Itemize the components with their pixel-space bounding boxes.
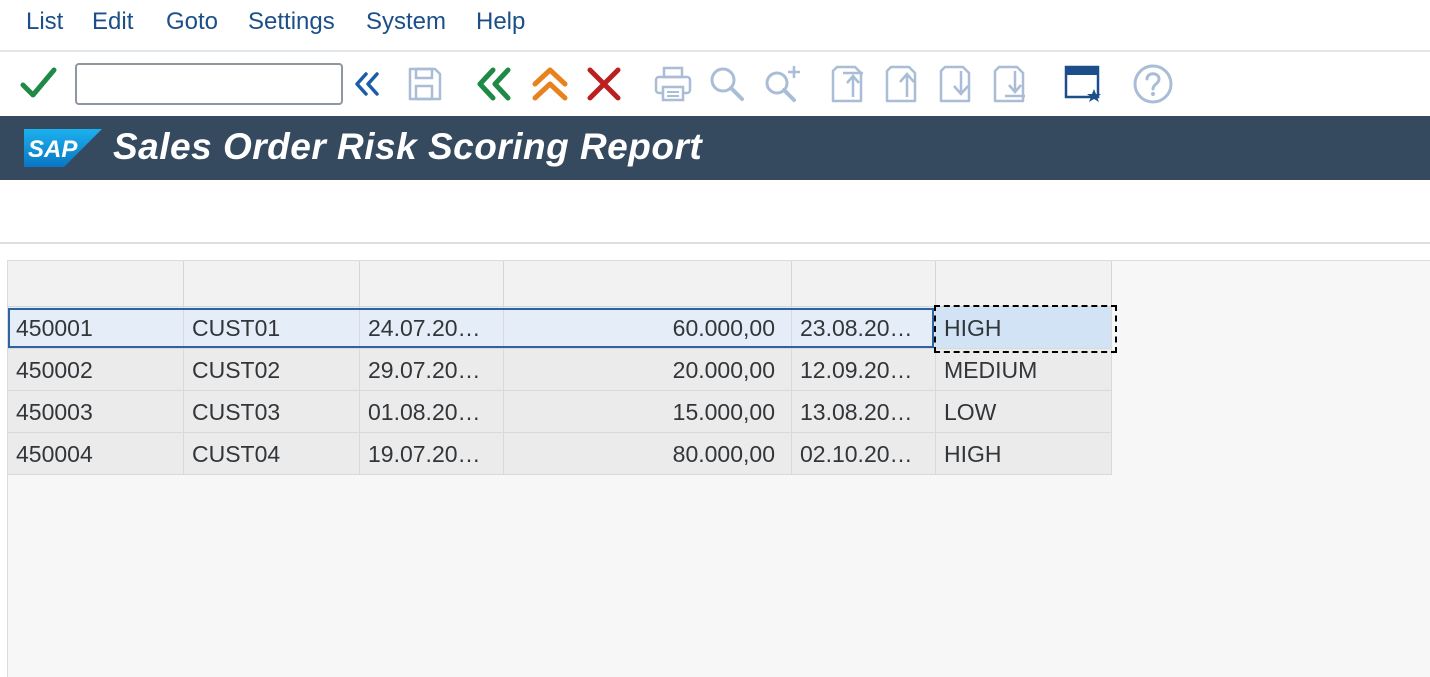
order-date-cell[interactable]: 24.07.20… [360, 307, 504, 349]
order-date-cell[interactable]: 29.07.20… [360, 349, 504, 391]
order-number-cell[interactable]: 450004 [8, 433, 184, 475]
menu-goto[interactable]: Goto [166, 8, 218, 36]
find-icon[interactable] [706, 62, 748, 106]
title-bar: SAP Sales Order Risk Scoring Report [0, 116, 1430, 180]
order-number-cell[interactable]: 450001 [8, 307, 184, 349]
menu-edit[interactable]: Edit [92, 8, 133, 36]
order-number-cell[interactable]: 450003 [8, 391, 184, 433]
menu-help[interactable]: Help [476, 8, 525, 36]
risk-level-cell[interactable]: HIGH [936, 433, 1112, 475]
order-number-cell[interactable]: 450002 [8, 349, 184, 391]
table-row[interactable]: 450004 CUST04 19.07.20… 80.000,00 02.10.… [8, 433, 1112, 475]
customer-cell[interactable]: CUST03 [184, 391, 360, 433]
amount-cell[interactable]: 15.000,00 [504, 391, 792, 433]
table-row[interactable]: 450003 CUST03 01.08.20… 15.000,00 13.08.… [8, 391, 1112, 433]
order-date-cell[interactable]: 19.07.20… [360, 433, 504, 475]
svg-text:SAP: SAP [28, 136, 78, 163]
table-row[interactable]: 450002 CUST02 29.07.20… 20.000,00 12.09.… [8, 349, 1112, 391]
command-field[interactable] [75, 63, 343, 105]
column-header[interactable] [8, 261, 184, 307]
menu-list[interactable]: List [26, 8, 63, 36]
previous-page-icon[interactable] [882, 62, 928, 106]
column-header[interactable] [360, 261, 504, 307]
order-date-cell[interactable]: 01.08.20… [360, 391, 504, 433]
menu-system[interactable]: System [366, 8, 446, 36]
separator [0, 242, 1430, 244]
find-next-icon[interactable] [760, 62, 804, 106]
page-title: Sales Order Risk Scoring Report [113, 126, 703, 167]
cancel-icon[interactable] [582, 62, 626, 106]
customer-cell[interactable]: CUST02 [184, 349, 360, 391]
first-page-icon[interactable] [828, 62, 874, 106]
back-icon[interactable] [474, 62, 518, 106]
toolbar [0, 52, 1430, 116]
risk-level-cell[interactable]: MEDIUM [936, 349, 1112, 391]
column-header[interactable] [792, 261, 936, 307]
due-date-cell[interactable]: 02.10.20… [792, 433, 936, 475]
risk-level-cell[interactable]: HIGH [936, 307, 1112, 349]
column-header[interactable] [936, 261, 1112, 307]
due-date-cell[interactable]: 13.08.20… [792, 391, 936, 433]
new-session-icon[interactable] [1060, 62, 1106, 106]
save-icon[interactable] [404, 62, 446, 106]
column-header[interactable] [184, 261, 360, 307]
table-row[interactable]: 450001 CUST01 24.07.20… 60.000,00 23.08.… [8, 307, 1112, 349]
menu-bar: List Edit Goto Settings System Help [0, 0, 1430, 52]
next-page-icon[interactable] [936, 62, 982, 106]
risk-level-cell[interactable]: LOW [936, 391, 1112, 433]
customer-cell[interactable]: CUST04 [184, 433, 360, 475]
sap-logo: SAP [24, 129, 102, 172]
amount-cell[interactable]: 20.000,00 [504, 349, 792, 391]
customer-cell[interactable]: CUST01 [184, 307, 360, 349]
back-nav-icon[interactable] [350, 62, 384, 106]
alv-grid: 450001 CUST01 24.07.20… 60.000,00 23.08.… [7, 260, 1430, 677]
check-icon[interactable] [16, 62, 60, 106]
column-header[interactable] [504, 261, 792, 307]
due-date-cell[interactable]: 23.08.20… [792, 307, 936, 349]
exit-icon[interactable] [528, 62, 572, 106]
help-icon[interactable] [1130, 62, 1176, 106]
last-page-icon[interactable] [990, 62, 1036, 106]
amount-cell[interactable]: 80.000,00 [504, 433, 792, 475]
menu-settings[interactable]: Settings [248, 8, 335, 36]
due-date-cell[interactable]: 12.09.20… [792, 349, 936, 391]
amount-cell[interactable]: 60.000,00 [504, 307, 792, 349]
print-icon[interactable] [652, 62, 694, 106]
